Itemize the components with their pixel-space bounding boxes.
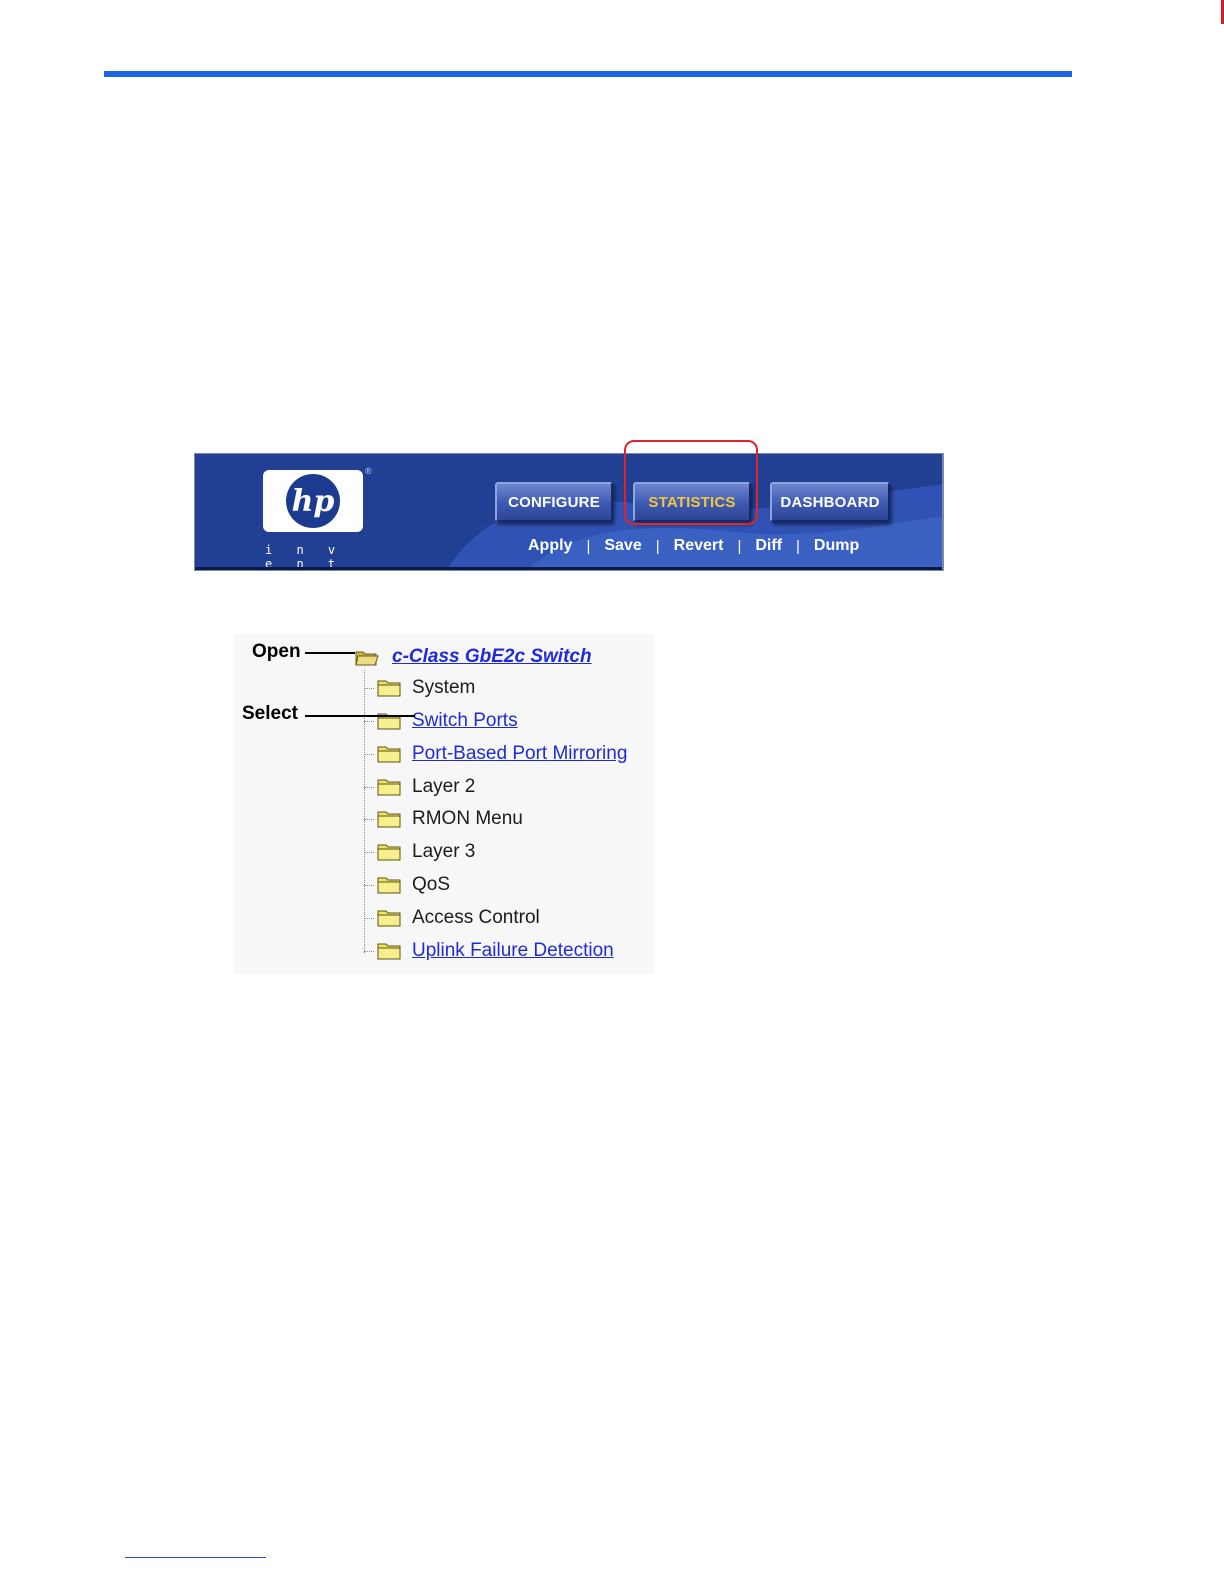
- tree-item-label: System: [412, 677, 476, 698]
- top-rule: [104, 71, 1072, 77]
- folder-icon: [377, 713, 401, 730]
- tree-item-label[interactable]: Uplink Failure Detection: [412, 940, 614, 962]
- open-callout-label: Open: [252, 641, 301, 662]
- save-link[interactable]: Save: [604, 537, 641, 555]
- tree-root[interactable]: c-Class GbE2c Switch: [352, 644, 592, 670]
- tree-item-system[interactable]: System: [364, 675, 475, 701]
- action-bar: Apply | Save | Revert | Diff | Dump: [528, 537, 859, 555]
- folder-icon: [377, 943, 401, 960]
- tree-item-access-control[interactable]: Access Control: [364, 905, 540, 931]
- folder-icon: [377, 844, 401, 861]
- statistics-highlight-callout: [624, 440, 758, 525]
- tree-item-switch-ports[interactable]: Switch Ports: [364, 708, 518, 734]
- dashboard-button[interactable]: DASHBOARD: [770, 482, 890, 522]
- action-separator: |: [586, 537, 591, 555]
- tree-branch: [364, 851, 374, 853]
- folder-icon: [377, 910, 401, 927]
- tree-item-label: QoS: [412, 874, 451, 895]
- tree-branch: [364, 720, 374, 722]
- tree-item-label: Access Control: [412, 907, 540, 928]
- tree-item-label: Layer 2: [412, 776, 476, 797]
- registered-mark: ®: [365, 466, 372, 476]
- banner-bottom-edge: [195, 567, 942, 570]
- hp-logo-icon: hp: [286, 474, 340, 528]
- diff-link[interactable]: Diff: [755, 537, 782, 555]
- tree-item-qos[interactable]: QoS: [364, 872, 450, 898]
- tree-item-label[interactable]: Switch Ports: [412, 710, 518, 732]
- hp-logo: hp: [263, 470, 363, 532]
- select-callout-label: Select: [242, 703, 298, 724]
- apply-link[interactable]: Apply: [528, 537, 572, 555]
- tree-item-uplink-failure-detection[interactable]: Uplink Failure Detection: [364, 938, 614, 964]
- configure-button[interactable]: CONFIGURE: [495, 482, 613, 522]
- tree-item-label[interactable]: Port-Based Port Mirroring: [412, 743, 627, 765]
- tree-item-layer-3[interactable]: Layer 3: [364, 839, 475, 865]
- folder-icon: [377, 680, 401, 697]
- tree-branch: [364, 753, 374, 755]
- folder-icon: [377, 779, 401, 796]
- folder-icon: [377, 746, 401, 763]
- footer-rule: [125, 1557, 266, 1558]
- action-separator: |: [655, 537, 660, 555]
- tree-branch: [364, 950, 374, 952]
- tree-item-rmon-menu[interactable]: RMON Menu: [364, 806, 523, 832]
- open-folder-icon: [355, 651, 379, 666]
- folder-icon: [377, 811, 401, 828]
- action-separator: |: [796, 537, 800, 555]
- tree-branch: [364, 687, 374, 689]
- tree-root-label[interactable]: c-Class GbE2c Switch: [392, 646, 592, 668]
- action-separator: |: [737, 537, 742, 555]
- tree-item-layer-2[interactable]: Layer 2: [364, 774, 475, 800]
- tree-branch: [364, 917, 374, 919]
- app-banner: hp ® i n v e n t CONFIGURE STATISTICS DA…: [194, 453, 944, 571]
- folder-icon: [377, 877, 401, 894]
- dump-link[interactable]: Dump: [814, 537, 859, 555]
- tree-branch: [364, 818, 374, 820]
- tree-branch: [364, 884, 374, 886]
- tree-item-port-mirroring[interactable]: Port-Based Port Mirroring: [364, 741, 627, 767]
- revert-link[interactable]: Revert: [674, 537, 724, 555]
- tree-item-label: RMON Menu: [412, 808, 523, 829]
- tree-item-label: Layer 3: [412, 841, 476, 862]
- logo-text: hp: [292, 484, 335, 519]
- open-callout-line: [305, 652, 355, 654]
- select-callout-line: [305, 715, 415, 717]
- tree-branch: [364, 786, 374, 788]
